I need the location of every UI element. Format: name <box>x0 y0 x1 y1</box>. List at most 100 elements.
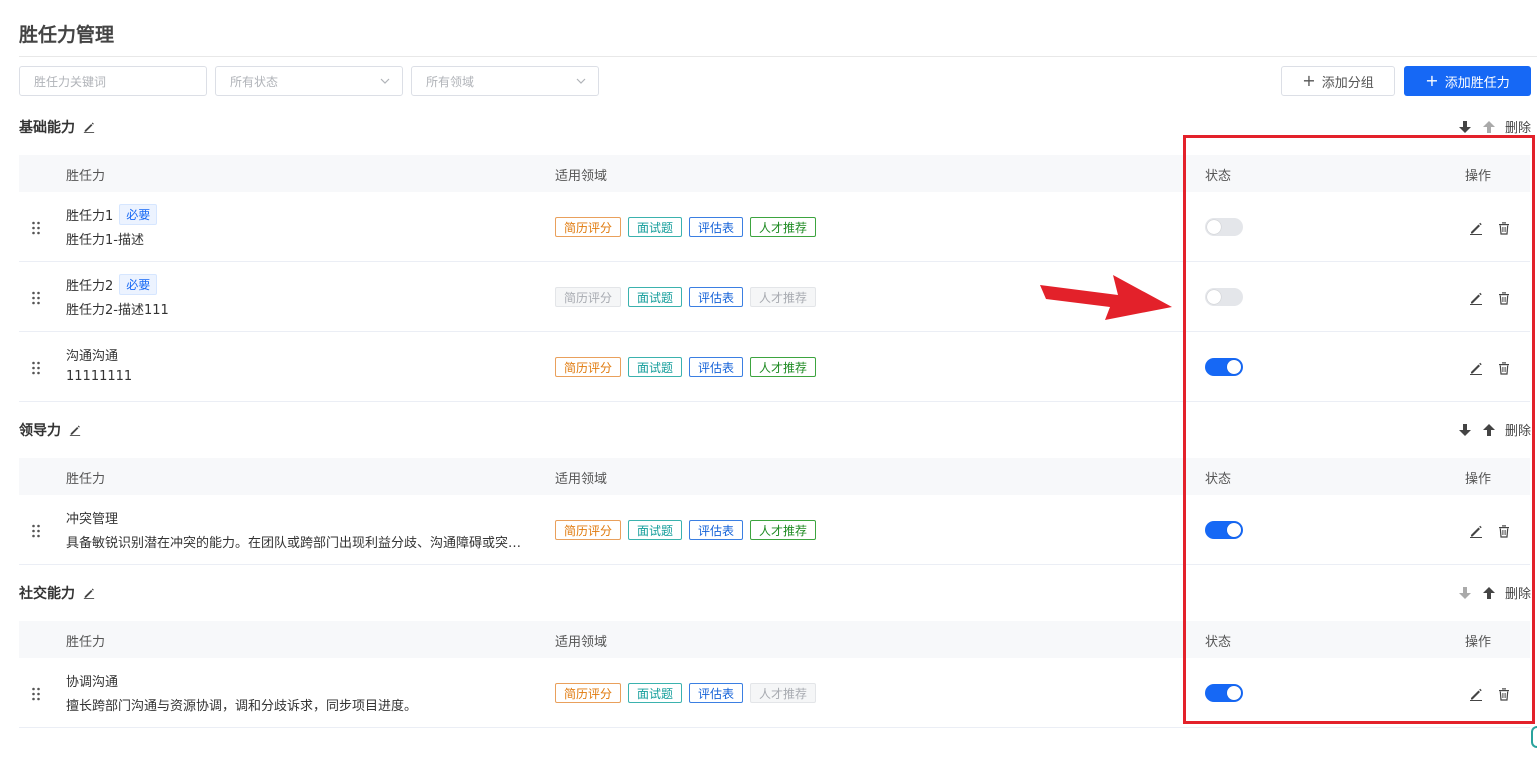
toggle-knob <box>1227 360 1241 374</box>
group-header: 基础能力 删除 <box>19 117 1531 137</box>
column-header-domain: 适用领域 <box>555 472 608 487</box>
competency-description: 擅长跨部门沟通与资源协调，调和分歧诉求，同步项目进度。 <box>66 699 418 714</box>
add-group-label: 添加分组 <box>1321 75 1374 91</box>
competency-name: 胜任力1 <box>66 208 114 224</box>
competency-title-line: 沟通沟通 <box>66 344 132 364</box>
keyword-search-input[interactable]: 胜任力关键词 <box>19 66 207 96</box>
status-toggle-switch[interactable] <box>1205 358 1243 376</box>
competency-cell: 沟通沟通 11111111 <box>66 344 132 389</box>
required-badge: 必要 <box>119 273 158 295</box>
plus-icon: + <box>1302 71 1316 90</box>
group-name-text: 领导力 <box>19 423 61 439</box>
page-title: 胜任力管理 <box>19 24 115 46</box>
domain-tag: 面试题 <box>628 287 683 307</box>
group-header: 社交能力 删除 <box>19 583 1531 603</box>
move-up-arrow-icon[interactable] <box>1481 119 1497 135</box>
table-row: 协调沟通擅长跨部门沟通与资源协调，调和分歧诉求，同步项目进度。 简历评分 面试题 评估… <box>19 658 1530 728</box>
domain-tag: 面试题 <box>628 217 683 237</box>
group-actions: 删除 <box>1457 117 1531 136</box>
edit-group-pencil-icon[interactable] <box>83 121 95 133</box>
drag-handle-icon[interactable] <box>31 686 41 701</box>
domain-tag: 简历评分 <box>555 287 622 307</box>
delete-group-button[interactable]: 删除 <box>1505 117 1531 136</box>
competency-description: 胜任力2-描述111 <box>66 303 169 318</box>
column-header-actions: 操作 <box>1465 472 1492 487</box>
competency-cell: 胜任力2 必要胜任力2-描述111 <box>66 273 169 319</box>
edit-group-pencil-icon[interactable] <box>69 424 81 436</box>
table-row: 胜任力1 必要 胜任力1-描述 简历评分 面试题 评估表 人才推荐 <box>19 192 1530 262</box>
column-header-actions: 操作 <box>1465 635 1492 650</box>
table-header: 胜任力 适用领域 状态 操作 <box>19 458 1530 495</box>
edit-pencil-icon[interactable] <box>1469 686 1483 705</box>
domain-tags: 简历评分 面试题 评估表 人才推荐 <box>555 217 817 237</box>
domain-tag: 评估表 <box>689 357 744 377</box>
column-header-competency: 胜任力 <box>66 472 106 487</box>
table-header: 胜任力 适用领域 状态 操作 <box>19 155 1530 192</box>
drag-handle-icon[interactable] <box>31 220 41 235</box>
group-name-text: 基础能力 <box>19 120 75 136</box>
drag-handle-icon[interactable] <box>31 523 41 538</box>
red-arrow-annotation <box>1040 275 1172 320</box>
status-select[interactable]: 所有状态 <box>215 66 403 96</box>
required-badge: 必要 <box>119 203 158 225</box>
move-up-arrow-icon[interactable] <box>1481 422 1497 438</box>
competency-title-line: 协调沟通 <box>66 670 417 690</box>
edit-pencil-icon[interactable] <box>1469 290 1483 309</box>
drag-handle-icon[interactable] <box>31 290 41 305</box>
domain-tag: 评估表 <box>689 287 744 307</box>
competency-title-line: 胜任力1 必要 <box>66 203 158 225</box>
group-name-text: 社交能力 <box>19 586 75 602</box>
domain-tag: 评估表 <box>689 520 744 540</box>
delete-trash-icon[interactable] <box>1497 220 1511 239</box>
keyword-placeholder: 胜任力关键词 <box>34 74 107 89</box>
group-actions: 删除 <box>1457 583 1531 602</box>
edit-pencil-icon[interactable] <box>1469 220 1483 239</box>
row-actions <box>1469 290 1511 309</box>
domain-tag: 面试题 <box>628 357 683 377</box>
edit-pencil-icon[interactable] <box>1469 523 1483 542</box>
edit-pencil-icon[interactable] <box>1469 360 1483 379</box>
status-toggle-switch[interactable] <box>1205 288 1243 306</box>
status-toggle-switch[interactable] <box>1205 218 1243 236</box>
status-toggle-switch[interactable] <box>1205 521 1243 539</box>
domain-tag: 人才推荐 <box>750 217 817 237</box>
status-toggle-switch[interactable] <box>1205 684 1243 702</box>
competency-name: 冲突管理 <box>66 511 119 527</box>
add-competency-button[interactable]: + 添加胜任力 <box>1404 66 1531 96</box>
domain-tag: 简历评分 <box>555 217 622 237</box>
chevron-down-icon <box>380 78 390 84</box>
move-up-arrow-icon[interactable] <box>1481 585 1497 601</box>
toggle-knob <box>1227 686 1241 700</box>
edit-group-pencil-icon[interactable] <box>83 587 95 599</box>
filter-bar: 胜任力关键词 所有状态 所有领域 <box>19 66 599 96</box>
delete-trash-icon[interactable] <box>1497 686 1511 705</box>
group-name: 基础能力 <box>19 117 95 137</box>
status-select-value: 所有状态 <box>230 74 279 89</box>
move-down-arrow-icon[interactable] <box>1457 119 1473 135</box>
delete-trash-icon[interactable] <box>1497 523 1511 542</box>
move-down-arrow-icon[interactable] <box>1457 585 1473 601</box>
floating-help-edge[interactable] <box>1531 726 1537 748</box>
domain-tag: 简历评分 <box>555 520 622 540</box>
delete-group-button[interactable]: 删除 <box>1505 420 1531 439</box>
add-group-button[interactable]: + 添加分组 <box>1281 66 1395 96</box>
domain-tag: 人才推荐 <box>750 357 817 377</box>
domain-tag: 简历评分 <box>555 357 622 377</box>
delete-trash-icon[interactable] <box>1497 360 1511 379</box>
move-down-arrow-icon[interactable] <box>1457 422 1473 438</box>
domain-tags: 简历评分 面试题 评估表 人才推荐 <box>555 683 817 703</box>
delete-trash-icon[interactable] <box>1497 290 1511 309</box>
drag-handle-icon[interactable] <box>31 360 41 375</box>
add-competency-label: 添加胜任力 <box>1444 75 1510 91</box>
table-row: 胜任力2 必要 胜任力2-描述111 简历评分 面试题 评估表 人才推荐 <box>19 262 1530 332</box>
delete-group-button[interactable]: 删除 <box>1505 583 1531 602</box>
title-divider <box>19 56 1537 57</box>
competency-name: 协调沟通 <box>66 674 119 690</box>
domain-tag: 人才推荐 <box>750 683 817 703</box>
domain-select[interactable]: 所有领域 <box>411 66 599 96</box>
competency-title-line: 胜任力2 必要 <box>66 273 169 295</box>
column-header-competency: 胜任力 <box>66 635 106 650</box>
domain-tags: 简历评分 面试题 评估表 人才推荐 <box>555 357 817 377</box>
domain-select-value: 所有领域 <box>426 74 475 89</box>
competency-cell: 协调沟通擅长跨部门沟通与资源协调，调和分歧诉求，同步项目进度。 <box>66 670 417 715</box>
